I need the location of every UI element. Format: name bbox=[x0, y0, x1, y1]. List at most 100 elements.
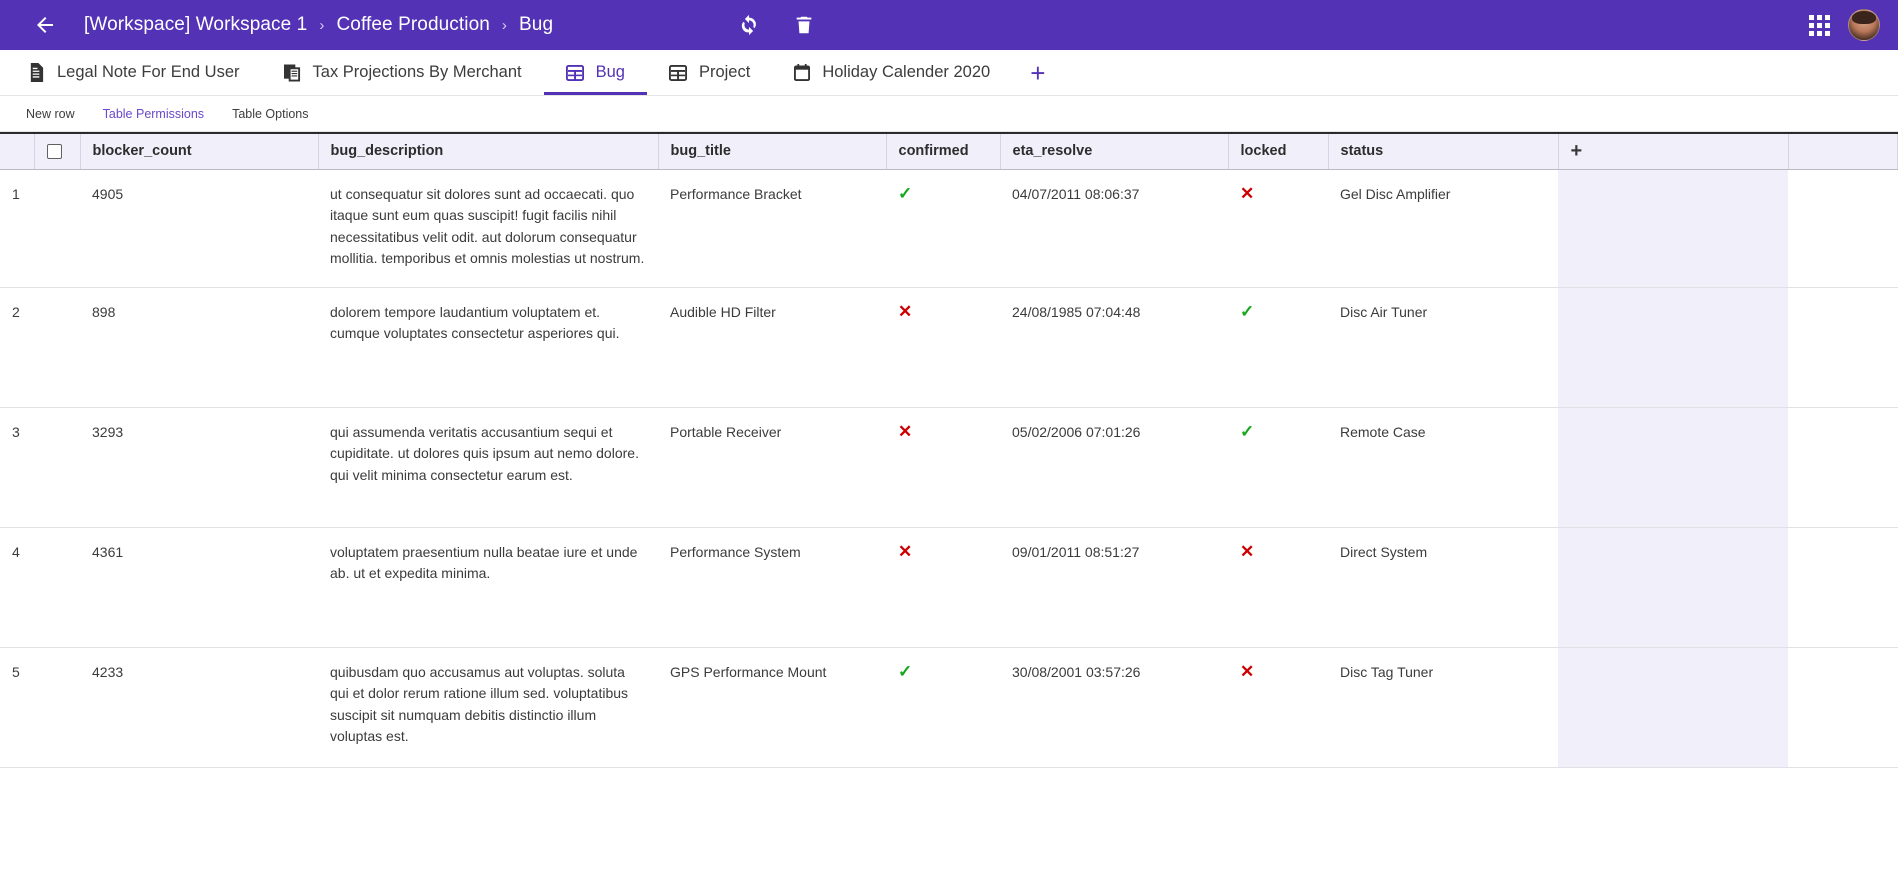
row-select-checkbox-cell[interactable] bbox=[34, 169, 80, 288]
table-permissions-button[interactable]: Table Permissions bbox=[89, 103, 218, 125]
breadcrumb-separator: › bbox=[319, 16, 325, 34]
cell-eta_resolve[interactable]: 04/07/2011 08:06:37 bbox=[1000, 169, 1228, 288]
table-row[interactable]: 3 3293 qui assumenda veritatis accusantium… bbox=[0, 407, 1898, 528]
table-body: 1 4905 ut consequatur sit dolores sunt ad … bbox=[0, 169, 1898, 768]
cell-tail-spacer bbox=[1788, 527, 1898, 648]
cell-locked[interactable]: ✕ bbox=[1228, 169, 1328, 288]
cell-eta_resolve[interactable]: 30/08/2001 03:57:26 bbox=[1000, 647, 1228, 768]
cell-bug_description[interactable]: ut consequatur sit dolores sunt ad occae… bbox=[318, 169, 658, 288]
cell-blocker_count[interactable]: 3293 bbox=[80, 407, 318, 528]
header-confirmed[interactable]: confirmed bbox=[886, 132, 1001, 170]
header-bug_description[interactable]: bug_description bbox=[318, 132, 659, 170]
header-select-all[interactable] bbox=[34, 132, 81, 170]
cell-add-column-spacer bbox=[1558, 407, 1788, 528]
cell-tail-spacer bbox=[1788, 169, 1898, 288]
cell-bug_description[interactable]: dolorem tempore laudantium voluptatem et… bbox=[318, 287, 658, 408]
check-icon: ✓ bbox=[1240, 301, 1255, 321]
cell-eta_resolve[interactable]: 24/08/1985 07:04:48 bbox=[1000, 287, 1228, 408]
cell-bug_description[interactable]: quibusdam quo accusamus aut voluptas. so… bbox=[318, 647, 658, 768]
table-row[interactable]: 2 898 dolorem tempore laudantium voluptate… bbox=[0, 287, 1898, 408]
tab-label: Tax Projections By Merchant bbox=[312, 63, 522, 81]
cell-bug_title[interactable]: Performance Bracket bbox=[658, 169, 886, 288]
cell-bug_title[interactable]: Audible HD Filter bbox=[658, 287, 886, 408]
row-select-checkbox-cell[interactable] bbox=[34, 527, 80, 648]
table-row[interactable]: 4 4361 voluptatem praesentium nulla beatae… bbox=[0, 527, 1898, 648]
refresh-button[interactable] bbox=[735, 11, 763, 39]
row-select-checkbox-cell[interactable] bbox=[34, 647, 80, 768]
table-options-button[interactable]: Table Options bbox=[218, 103, 322, 125]
row-index: 2 bbox=[0, 287, 34, 408]
breadcrumb-table[interactable]: Bug bbox=[519, 14, 553, 36]
row-index: 5 bbox=[0, 647, 34, 768]
table-scroll-area[interactable]: blocker_count bug_description bug_title … bbox=[0, 132, 1898, 883]
row-index: 4 bbox=[0, 527, 34, 648]
cell-blocker_count[interactable]: 4233 bbox=[80, 647, 318, 768]
row-select-checkbox-cell[interactable] bbox=[34, 407, 80, 528]
cell-confirmed[interactable]: ✓ bbox=[886, 169, 1000, 288]
table-row[interactable]: 1 4905 ut consequatur sit dolores sunt ad … bbox=[0, 169, 1898, 288]
cell-bug_title[interactable]: Portable Receiver bbox=[658, 407, 886, 528]
document-icon bbox=[28, 63, 45, 82]
cell-confirmed[interactable]: ✕ bbox=[886, 407, 1000, 528]
breadcrumb-workspace[interactable]: [Workspace] Workspace 1 bbox=[84, 14, 307, 36]
table-header-row: blocker_count bug_description bug_title … bbox=[0, 132, 1898, 170]
tab-bug[interactable]: Bug bbox=[543, 50, 648, 95]
add-column-button[interactable]: + bbox=[1558, 132, 1789, 170]
refresh-icon bbox=[741, 14, 756, 36]
cell-add-column-spacer bbox=[1558, 647, 1788, 768]
tab-legal-note-for-end-user[interactable]: Legal Note For End User bbox=[6, 50, 262, 95]
select-all-checkbox[interactable] bbox=[46, 143, 62, 159]
header-locked[interactable]: locked bbox=[1228, 132, 1329, 170]
cell-add-column-spacer bbox=[1558, 169, 1788, 288]
row-select-checkbox-cell[interactable] bbox=[34, 287, 80, 408]
tab-holiday-calender-2020[interactable]: Holiday Calender 2020 bbox=[772, 50, 1012, 95]
cell-blocker_count[interactable]: 898 bbox=[80, 287, 318, 408]
cross-icon: ✕ bbox=[1240, 661, 1255, 681]
trash-icon bbox=[796, 16, 812, 34]
cell-bug_title[interactable]: GPS Performance Mount bbox=[658, 647, 886, 768]
header-row-index bbox=[0, 132, 35, 170]
cell-bug_description[interactable]: qui assumenda veritatis accusantium sequ… bbox=[318, 407, 658, 528]
cell-locked[interactable]: ✕ bbox=[1228, 527, 1328, 648]
avatar[interactable] bbox=[1848, 9, 1880, 41]
cell-confirmed[interactable]: ✓ bbox=[886, 647, 1000, 768]
breadcrumb-database[interactable]: Coffee Production bbox=[336, 14, 489, 36]
breadcrumb-separator: › bbox=[501, 16, 508, 34]
tab-tax-projections-by-merchant[interactable]: Tax Projections By Merchant bbox=[262, 50, 544, 95]
cell-locked[interactable]: ✕ bbox=[1228, 647, 1328, 768]
add-tab-button[interactable]: + bbox=[1012, 50, 1063, 95]
table-icon bbox=[565, 64, 584, 82]
row-index: 3 bbox=[0, 407, 34, 528]
cell-blocker_count[interactable]: 4905 bbox=[80, 169, 318, 288]
check-icon: ✓ bbox=[898, 661, 913, 681]
cell-blocker_count[interactable]: 4361 bbox=[80, 527, 318, 648]
header-bug_title[interactable]: bug_title bbox=[658, 132, 887, 170]
cell-status[interactable]: Direct System bbox=[1328, 527, 1558, 648]
cell-locked[interactable]: ✓ bbox=[1228, 407, 1328, 528]
cell-bug_title[interactable]: Performance System bbox=[658, 527, 886, 648]
cell-status[interactable]: Disc Tag Tuner bbox=[1328, 647, 1558, 768]
arrow-left-icon bbox=[37, 17, 53, 33]
cell-locked[interactable]: ✓ bbox=[1228, 287, 1328, 408]
cell-status[interactable]: Disc Air Tuner bbox=[1328, 287, 1558, 408]
back-button[interactable] bbox=[30, 10, 60, 40]
cell-status[interactable]: Remote Case bbox=[1328, 407, 1558, 528]
header-status[interactable]: status bbox=[1328, 132, 1559, 170]
cell-confirmed[interactable]: ✕ bbox=[886, 287, 1000, 408]
calendar-icon bbox=[794, 63, 811, 82]
table-row[interactable]: 5 4233 quibusdam quo accusamus aut volupta… bbox=[0, 647, 1898, 768]
delete-button[interactable] bbox=[790, 11, 818, 39]
cross-icon: ✕ bbox=[898, 541, 913, 561]
cross-icon: ✕ bbox=[1240, 541, 1255, 561]
header-blocker_count[interactable]: blocker_count bbox=[80, 132, 319, 170]
apps-grid-icon[interactable] bbox=[1809, 14, 1830, 36]
cell-bug_description[interactable]: voluptatem praesentium nulla beatae iure… bbox=[318, 527, 658, 648]
cell-status[interactable]: Gel Disc Amplifier bbox=[1328, 169, 1558, 288]
cell-eta_resolve[interactable]: 09/01/2011 08:51:27 bbox=[1000, 527, 1228, 648]
tab-bar: Legal Note For End User Tax Projections … bbox=[0, 50, 1898, 96]
header-eta_resolve[interactable]: eta_resolve bbox=[1000, 132, 1229, 170]
cell-confirmed[interactable]: ✕ bbox=[886, 527, 1000, 648]
cell-eta_resolve[interactable]: 05/02/2006 07:01:26 bbox=[1000, 407, 1228, 528]
new-row-button[interactable]: New row bbox=[12, 103, 89, 125]
tab-project[interactable]: Project bbox=[647, 50, 772, 95]
